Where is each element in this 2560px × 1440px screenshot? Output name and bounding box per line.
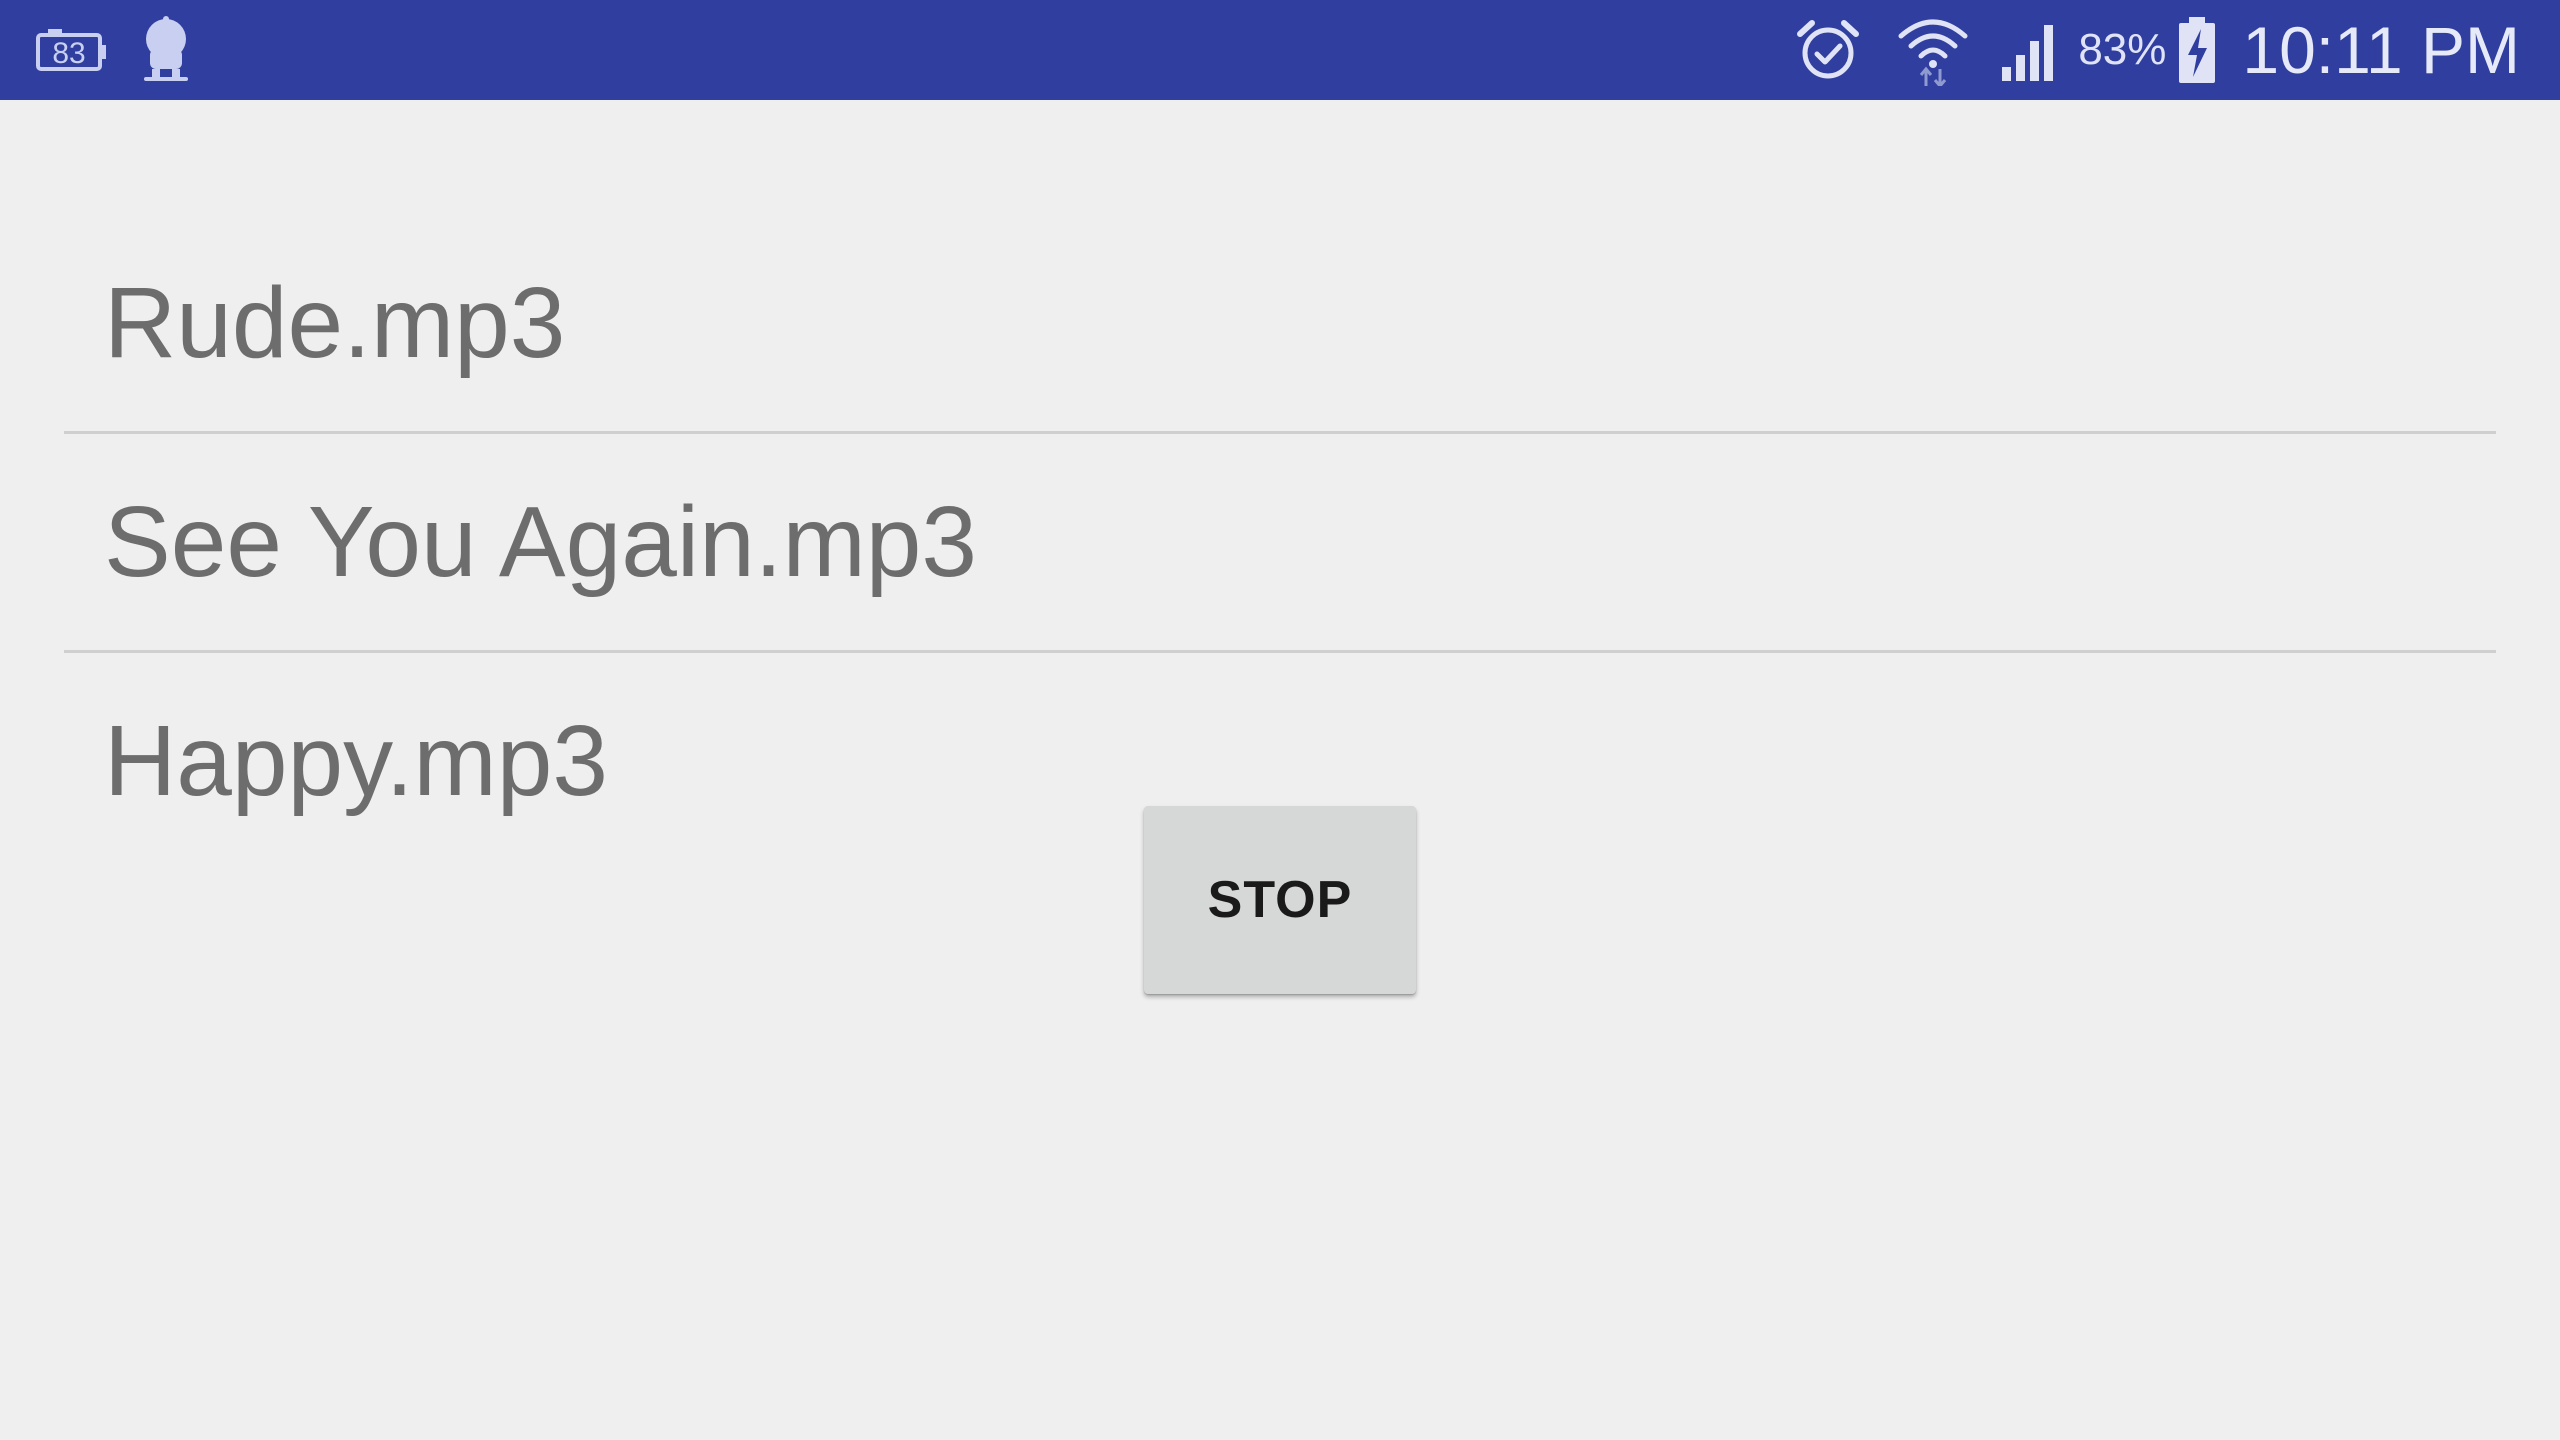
wifi-icon xyxy=(1898,14,1968,86)
song-title: See You Again.mp3 xyxy=(104,485,977,598)
app-mascot-icon xyxy=(136,0,196,100)
status-bar: 83 83% 10:11 PM xyxy=(0,0,2560,100)
battery-percent: 83% xyxy=(2078,25,2167,74)
main-content: Rude.mp3 See You Again.mp3 Happy.mp3 STO… xyxy=(0,100,2560,1440)
clock: 10:11 PM xyxy=(2242,13,2520,87)
svg-text:83: 83 xyxy=(52,37,85,70)
song-title: Rude.mp3 xyxy=(104,266,566,379)
status-bar-right: 83% 10:11 PM xyxy=(1796,0,2560,100)
photo-counter-icon: 83 xyxy=(34,0,108,100)
battery-charging-icon xyxy=(2176,15,2218,85)
stop-button[interactable]: STOP xyxy=(1144,806,1416,994)
list-item[interactable]: Rude.mp3 xyxy=(64,215,2496,431)
list-item[interactable]: See You Again.mp3 xyxy=(64,434,2496,650)
signal-icon xyxy=(1998,17,2064,83)
song-title: Happy.mp3 xyxy=(104,704,608,817)
alarm-icon xyxy=(1796,18,1860,82)
song-list: Rude.mp3 See You Again.mp3 Happy.mp3 xyxy=(64,215,2496,869)
